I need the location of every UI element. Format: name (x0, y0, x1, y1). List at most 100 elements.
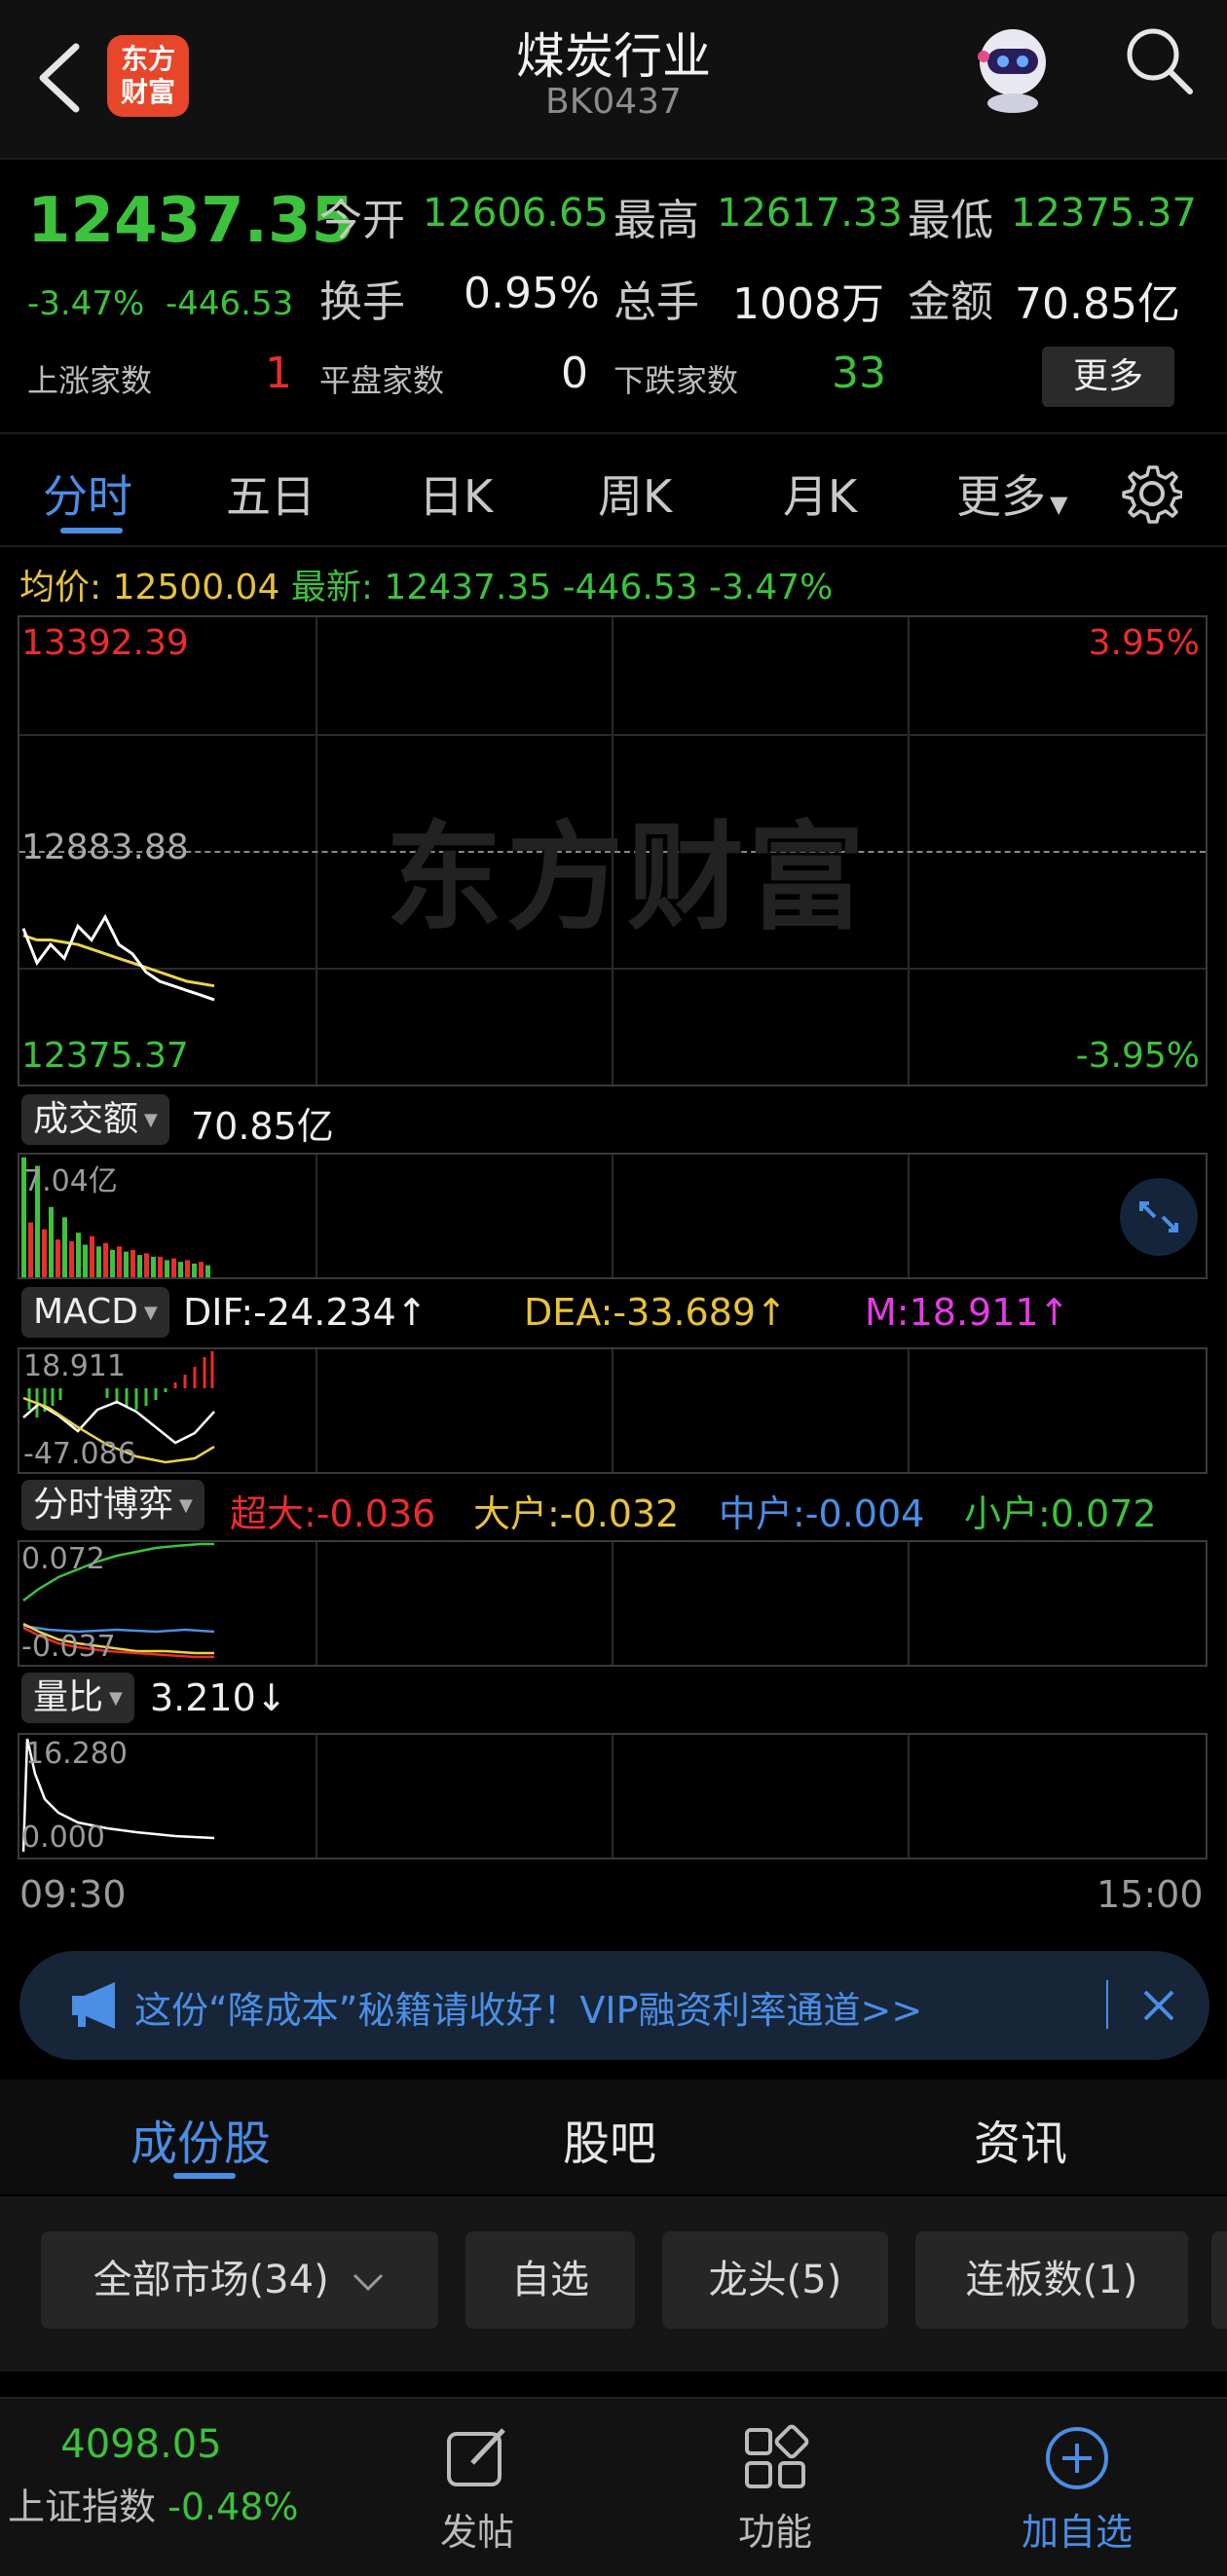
volume-bars (21, 1157, 210, 1277)
turnover-label: 换手 (319, 277, 405, 327)
volume-bar (137, 1255, 142, 1277)
volume-bar (124, 1251, 129, 1277)
volume-amount: 70.85亿 (191, 1105, 334, 1148)
turnover-value: 0.95% (464, 269, 600, 318)
flat-count-label: 平盘家数 (319, 362, 445, 399)
tab-five-day[interactable]: 五日 (226, 461, 316, 526)
time-axis-start: 09:30 (19, 1873, 127, 1916)
large-order: 大户:-0.032 (473, 1492, 680, 1535)
index-ticker[interactable]: 4098.05 上证指数 -0.48% (0, 2422, 312, 2530)
macd-bottom-label: -47.086 (23, 1437, 136, 1471)
volume-ratio-chart[interactable]: 16.280 0.000 (18, 1733, 1208, 1859)
volume-ratio-bottom-label: 0.000 (21, 1821, 105, 1855)
down-count-label: 下跌家数 (614, 362, 739, 399)
amount-label: 金额 (908, 277, 993, 327)
volume-bar (199, 1262, 204, 1277)
volume-bar (76, 1233, 81, 1277)
dropdown-triangle-icon: ▼ (143, 1303, 158, 1323)
filter-bar: 全部市场(34) 自选 龙头(5) 连板数(1) (0, 2196, 1227, 2372)
avg-label: 均价: (19, 568, 102, 607)
macd-chart[interactable]: 18.911 -47.086 (18, 1347, 1208, 1474)
sector-code: BK0437 (545, 82, 682, 122)
macd-dea: DEA:-33.689↑ (524, 1291, 787, 1334)
latest-value: 12437.35 -446.53 -3.47% (384, 568, 834, 607)
amount-value: 70.85亿 (1015, 279, 1180, 329)
tab-forum[interactable]: 股吧 (563, 2105, 656, 2173)
volume-label: 总手 (614, 277, 699, 327)
volume-bar (192, 1263, 197, 1277)
promo-text: 这份“降成本”秘籍请收好！VIP融资利率通道>> (134, 1989, 923, 2032)
volume-bar (103, 1242, 108, 1277)
tab-weekly-k[interactable]: 周K (598, 461, 672, 526)
small-order: 小户:0.072 (964, 1492, 1157, 1535)
change-amount: -446.53 (166, 284, 294, 323)
promo-banner[interactable]: 这份“降成本”秘籍请收好！VIP融资利率通道>> (19, 1951, 1209, 2060)
back-arrow-icon[interactable] (33, 41, 88, 115)
constituent-tabs: 成份股 股吧 资讯 (0, 2079, 1227, 2194)
tab-monthly-k[interactable]: 月K (783, 461, 857, 526)
volume-ratio-selector[interactable]: 量比 ▼ (21, 1673, 134, 1723)
macd-dif: DIF:-24.234↑ (183, 1291, 428, 1334)
filter-consecutive-limit-up[interactable]: 连板数(1) (915, 2231, 1188, 2329)
tab-constituents[interactable]: 成份股 (130, 2105, 271, 2173)
tab-more[interactable]: 更多 ▼ (956, 461, 1067, 526)
filter-watchlist[interactable]: 自选 (465, 2231, 635, 2329)
market-filter-dropdown[interactable]: 全部市场(34) (41, 2231, 438, 2329)
tab-daily-k[interactable]: 日K (419, 461, 493, 526)
high-label: 最高 (614, 196, 699, 245)
up-count: 1 (265, 349, 292, 398)
active-tab-indicator (60, 528, 123, 534)
macd-lines (22, 1351, 215, 1464)
game-indicator-selector[interactable]: 分时博弈 ▼ (21, 1480, 204, 1530)
volume-indicator-selector[interactable]: 成交额 ▼ (21, 1094, 169, 1145)
nav-add-watchlist[interactable]: 加自选 (980, 2424, 1174, 2556)
low-value: 12375.37 (1011, 191, 1197, 236)
volume-ratio-value: 3.210↓ (150, 1676, 287, 1719)
tab-news[interactable]: 资讯 (974, 2105, 1067, 2173)
dropdown-triangle-icon: ▼ (109, 1688, 123, 1709)
expand-chart-button[interactable] (1120, 1178, 1198, 1256)
game-chart[interactable]: 0.072 -0.037 (18, 1540, 1208, 1667)
assistant-robot-icon[interactable] (964, 18, 1061, 115)
chevron-down-icon (351, 2231, 386, 2329)
latest-label: 最新: (290, 568, 373, 607)
game-top-label: 0.072 (21, 1542, 105, 1576)
nav-post[interactable]: 发帖 (380, 2424, 575, 2556)
volume-max-label: 7.04亿 (23, 1164, 118, 1198)
close-icon[interactable] (1139, 1986, 1178, 2025)
time-axis-end: 15:00 (1097, 1873, 1204, 1916)
volume-bar (144, 1253, 149, 1277)
more-quote-button[interactable]: 更多 (1042, 347, 1174, 407)
intraday-price-lines (21, 913, 215, 1002)
filter-leaders[interactable]: 龙头(5) (662, 2231, 888, 2329)
dropdown-triangle-icon: ▼ (1050, 491, 1068, 518)
volume-bar (69, 1241, 74, 1277)
change-percent: -3.47% (27, 284, 145, 323)
intraday-chart[interactable]: 东方财富 13392.39 12883.88 12375.37 3.95% -3… (18, 615, 1208, 1086)
active-subtab-indicator (173, 2173, 236, 2179)
nav-functions[interactable]: 功能 (678, 2424, 873, 2556)
volume-bar (62, 1217, 67, 1277)
volume-bar (165, 1260, 169, 1277)
grid-apps-icon (745, 2424, 809, 2488)
macd-top-label: 18.911 (23, 1349, 126, 1383)
macd-selector[interactable]: MACD ▼ (21, 1287, 169, 1338)
volume-bar (171, 1258, 176, 1277)
intraday-summary: 均价: 12500.04 最新: 12437.35 -446.53 -3.47% (19, 559, 833, 609)
expand-icon (1139, 1201, 1178, 1233)
settings-gear-icon[interactable] (1122, 463, 1182, 524)
search-icon[interactable] (1120, 21, 1198, 99)
divider (1106, 1980, 1108, 2029)
volume-chart[interactable]: 7.04亿 (18, 1153, 1208, 1279)
chart-period-tabs: 分时 五日 日K 周K 月K 更多 ▼ (0, 432, 1227, 547)
dropdown-triangle-icon: ▼ (144, 1110, 158, 1130)
app-logo[interactable]: 东方 财富 (107, 35, 189, 117)
volume-bar (110, 1249, 115, 1277)
megaphone-icon (72, 1982, 115, 2029)
add-circle-icon (1046, 2427, 1108, 2489)
volume-bar (42, 1229, 47, 1277)
flat-count: 0 (561, 349, 588, 398)
volume-bar (178, 1262, 183, 1277)
tab-intraday[interactable]: 分时 (43, 461, 132, 526)
open-value: 12606.65 (423, 191, 609, 236)
